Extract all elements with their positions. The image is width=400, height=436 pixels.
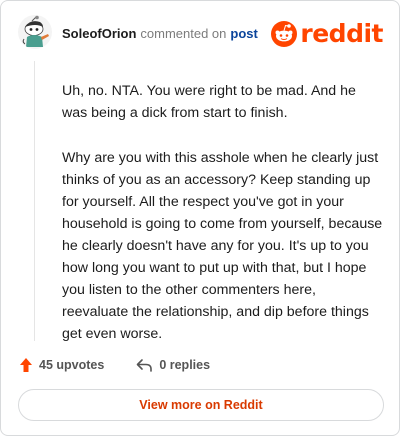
comment-paragraph: Uh, no. NTA. You were right to be mad. A… [62, 83, 356, 121]
snoo-avatar-icon[interactable] [18, 15, 52, 49]
author-name[interactable]: SoleofOrion [62, 26, 136, 41]
reddit-logo[interactable]: reddit [271, 21, 383, 47]
action-text: commented on [140, 26, 227, 41]
comment-embed-card: SoleofOrion commented on post reddit Uh, n… [0, 0, 400, 436]
replies-button[interactable]: 0 replies [136, 358, 210, 372]
post-link[interactable]: post [230, 26, 257, 41]
comment-header: SoleofOrion commented on post reddit [18, 15, 383, 53]
comment-byline: SoleofOrion commented on post [62, 26, 258, 41]
reply-arrow-icon [137, 359, 153, 372]
reply-count: 0 replies [159, 358, 211, 372]
comment-body: Uh, no. NTA. You were right to be mad. A… [62, 80, 384, 368]
comment-actions: 45 upvotes 0 replies [19, 355, 210, 375]
view-more-button[interactable]: View more on Reddit [18, 389, 384, 421]
upvote-button[interactable]: 45 upvotes [19, 357, 104, 373]
thread-line [34, 61, 35, 341]
reddit-wordmark: reddit [300, 19, 383, 48]
upvote-count: 45 upvotes [39, 358, 105, 372]
reddit-snoo-icon [271, 21, 298, 47]
upvote-arrow-icon [20, 358, 32, 372]
comment-paragraph: Why are you with this asshole when he cl… [62, 150, 383, 342]
